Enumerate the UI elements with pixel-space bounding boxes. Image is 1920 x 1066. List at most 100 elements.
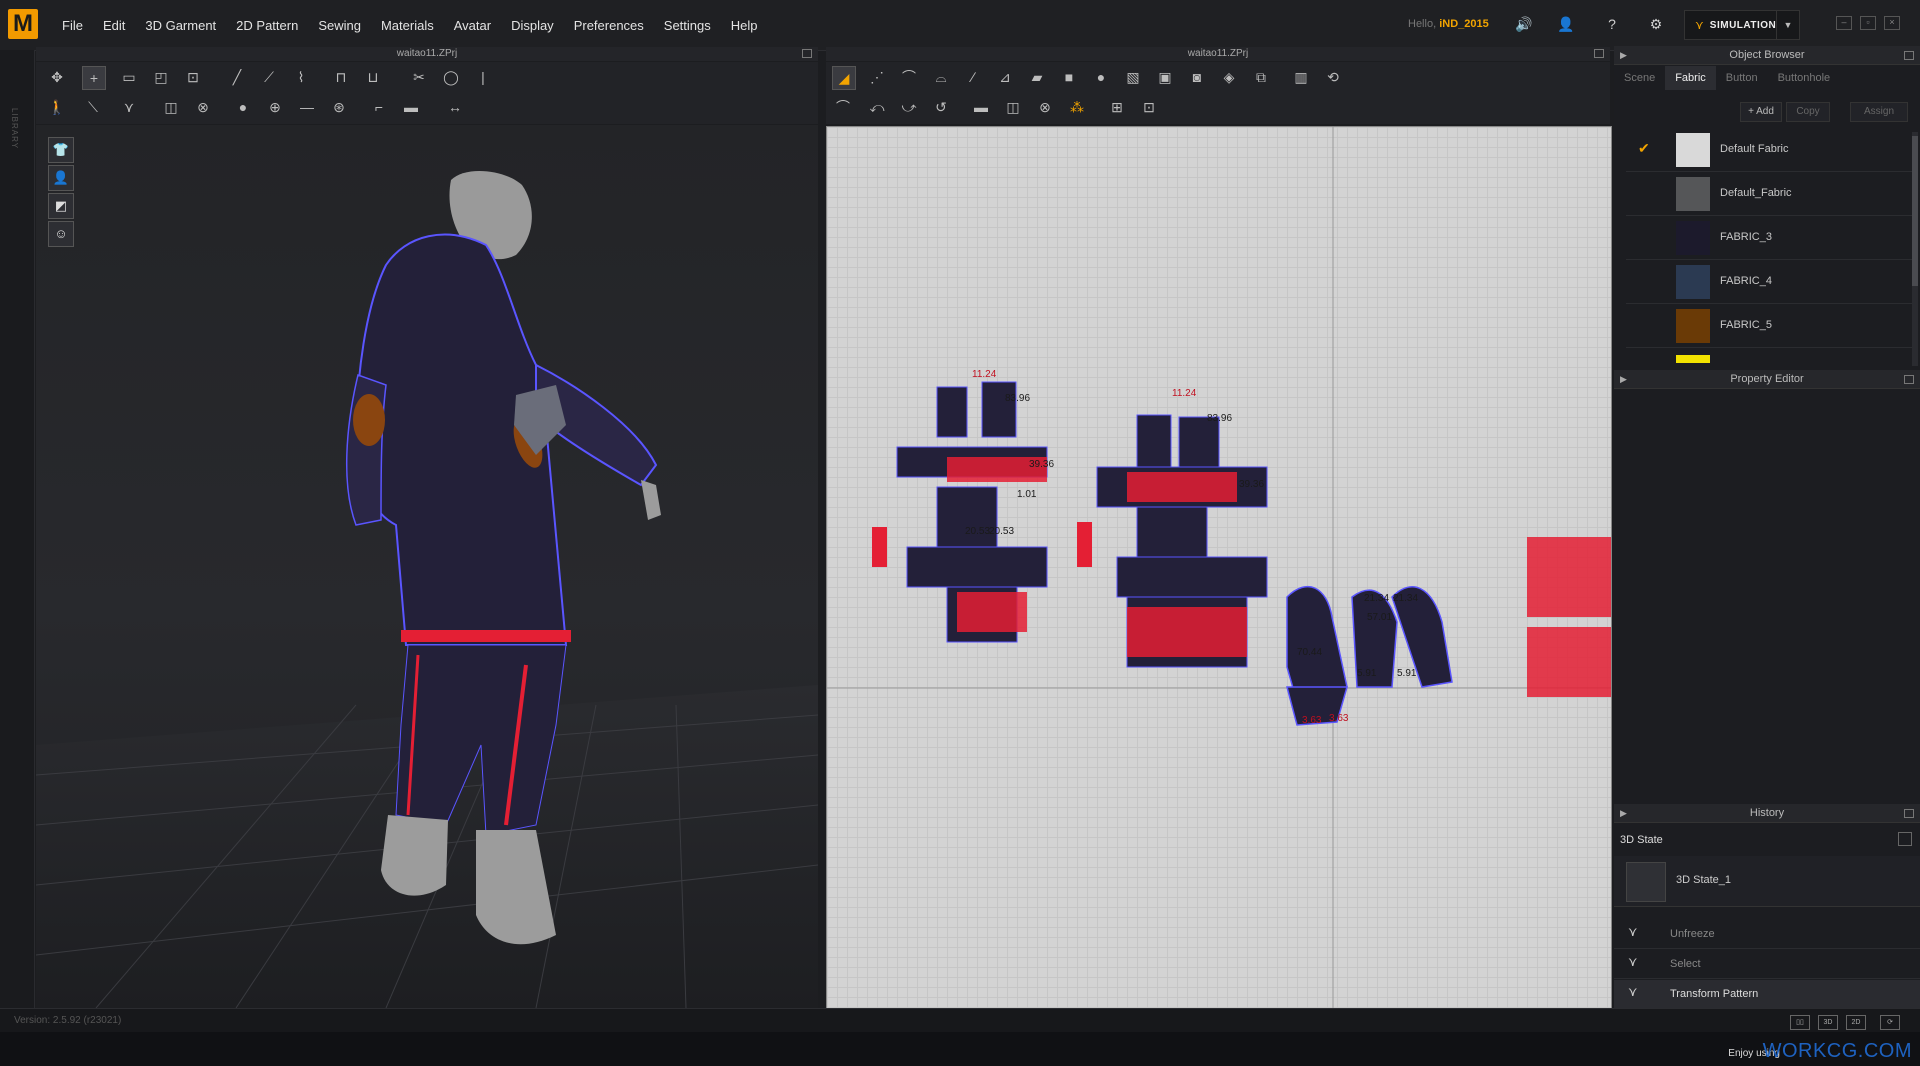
menu-file[interactable]: File: [62, 18, 83, 33]
collapse-icon[interactable]: ▶: [1620, 370, 1627, 388]
edit-point-icon[interactable]: ⋰: [866, 66, 888, 88]
garment-display-icon[interactable]: 👕: [48, 137, 74, 163]
simulation-button[interactable]: ⋎ SIMULATION ▼: [1684, 10, 1800, 40]
view-3d-icon[interactable]: 3D: [1818, 1015, 1838, 1030]
menu-2d-pattern[interactable]: 2D Pattern: [236, 18, 298, 33]
grain-icon[interactable]: ⊞: [1106, 96, 1128, 118]
restore-icon[interactable]: ▫: [1860, 16, 1876, 30]
tab-scene[interactable]: Scene: [1614, 66, 1665, 90]
dart-icon[interactable]: ◈: [1218, 66, 1240, 88]
tack-icon[interactable]: ⌇: [290, 66, 312, 88]
menu-edit[interactable]: Edit: [103, 18, 125, 33]
symmetry-icon[interactable]: ⊡: [1138, 96, 1160, 118]
avatar-pose-icon[interactable]: 🚶: [46, 96, 68, 118]
transform-pattern-icon[interactable]: ◢: [832, 66, 856, 90]
edit-sewing-icon[interactable]: ↺: [930, 96, 952, 118]
close-icon[interactable]: ×: [1884, 16, 1900, 30]
pleat-icon[interactable]: ▥: [1290, 66, 1312, 88]
volume-icon[interactable]: 🔊: [1514, 14, 1534, 34]
menu-3d-garment[interactable]: 3D Garment: [145, 18, 216, 33]
add-point-icon[interactable]: ∕: [962, 66, 984, 88]
refresh-icon[interactable]: ⟳: [1880, 1015, 1900, 1030]
menu-display[interactable]: Display: [511, 18, 554, 33]
ruler-icon[interactable]: |: [472, 66, 494, 88]
split-view-icon[interactable]: ▯▯: [1790, 1015, 1810, 1030]
tab-button[interactable]: Button: [1716, 66, 1768, 90]
measure-icon[interactable]: ⌐: [368, 96, 390, 118]
mode-icon[interactable]: ⚙: [1646, 14, 1666, 34]
history-row-transform-pattern[interactable]: ⋎ Transform Pattern: [1614, 980, 1920, 1009]
fabric-item[interactable]: ✔ Default Fabric: [1626, 129, 1912, 172]
chevron-down-icon[interactable]: ▼: [1776, 11, 1799, 39]
minimize-icon[interactable]: –: [1836, 16, 1852, 30]
internal-rect-icon[interactable]: ▣: [1154, 66, 1176, 88]
collapse-icon[interactable]: ▶: [1620, 46, 1627, 64]
segment-sewing-icon[interactable]: ⌒: [832, 96, 854, 118]
menu-avatar[interactable]: Avatar: [454, 18, 491, 33]
garment-icon[interactable]: ⊓: [330, 66, 352, 88]
view-2d-icon[interactable]: 2D: [1846, 1015, 1866, 1030]
add-button[interactable]: + Add: [1740, 102, 1782, 122]
avatar-skin-icon[interactable]: ☺: [48, 221, 74, 247]
select-mesh-icon[interactable]: ▭: [118, 66, 140, 88]
history-row-unfreeze[interactable]: ⋎ Unfreeze: [1614, 920, 1920, 949]
menu-materials[interactable]: Materials: [381, 18, 434, 33]
curve-point-icon[interactable]: ⌓: [930, 66, 952, 88]
viewport-3d[interactable]: 👕 👤 ◩ ☺: [36, 125, 818, 1008]
fold-icon[interactable]: ⟋: [258, 66, 280, 88]
segment-icon[interactable]: ⊿: [994, 66, 1016, 88]
notch-icon[interactable]: ⁂: [1066, 96, 1088, 118]
viewport-2d[interactable]: 11.24 83.96 39.36 1.01 11.24 83.96 39.36…: [826, 126, 1612, 1009]
fabric-item[interactable]: FABRIC_5: [1626, 305, 1912, 348]
avatar-scene[interactable]: [36, 125, 818, 1008]
free-sewing-icon[interactable]: ⤺: [866, 96, 888, 118]
menu-settings[interactable]: Settings: [664, 18, 711, 33]
loop-icon[interactable]: ◯: [440, 66, 462, 88]
axis-icon[interactable]: ↔: [444, 96, 466, 118]
rectangle-icon[interactable]: ■: [1058, 66, 1080, 88]
fold-arrange-icon[interactable]: ⋎: [118, 96, 140, 118]
brush-icon[interactable]: ⟍: [82, 96, 104, 118]
menu-sewing[interactable]: Sewing: [318, 18, 361, 33]
fabric-icon[interactable]: ▬: [400, 96, 422, 118]
assign-button[interactable]: Assign: [1850, 102, 1908, 122]
fabric-item[interactable]: FABRIC_3: [1626, 217, 1912, 260]
graphic-icon[interactable]: ⊗: [1034, 96, 1056, 118]
tape-2d-icon[interactable]: ▬: [970, 96, 992, 118]
buttonhole-icon[interactable]: ⊕: [264, 96, 286, 118]
box-select-icon[interactable]: ⊡: [182, 66, 204, 88]
stitch-icon[interactable]: ⊗: [192, 96, 214, 118]
history-state-item[interactable]: 3D State_1: [1614, 856, 1920, 907]
help-icon[interactable]: ?: [1602, 14, 1622, 34]
line-icon[interactable]: —: [296, 96, 318, 118]
tape-icon[interactable]: ◫: [160, 96, 182, 118]
pattern-canvas[interactable]: 11.24 83.96 39.36 1.01 11.24 83.96 39.36…: [827, 127, 1611, 1008]
user-icon[interactable]: 👤: [1556, 14, 1576, 34]
move-icon[interactable]: ✥: [46, 66, 68, 88]
maximize-icon[interactable]: [802, 49, 812, 58]
collapse-icon[interactable]: ▶: [1620, 804, 1627, 822]
zipper-icon[interactable]: ⊛: [328, 96, 350, 118]
polygon-icon[interactable]: ▰: [1026, 66, 1048, 88]
tab-buttonhole[interactable]: Buttonhole: [1768, 66, 1841, 90]
select-move-icon[interactable]: +: [82, 66, 106, 90]
texture-icon[interactable]: ◫: [1002, 96, 1024, 118]
fit-icon[interactable]: ⊔: [362, 66, 384, 88]
app-logo[interactable]: M: [8, 9, 38, 39]
edit-curvature-icon[interactable]: ⌒: [898, 66, 920, 88]
maximize-icon[interactable]: [1594, 49, 1604, 58]
avatar-display-icon[interactable]: 👤: [48, 165, 74, 191]
fabric-scrollbar[interactable]: [1912, 132, 1918, 366]
pin-icon[interactable]: ╱: [226, 66, 248, 88]
fabric-swatch-partial[interactable]: [1676, 355, 1710, 363]
history-row-select[interactable]: ⋎ Select: [1614, 950, 1920, 979]
copy-button[interactable]: Copy: [1786, 102, 1830, 122]
menu-preferences[interactable]: Preferences: [574, 18, 644, 33]
cut-icon[interactable]: ✂: [408, 66, 430, 88]
history-delete-icon[interactable]: [1898, 832, 1912, 846]
circle-icon[interactable]: ●: [1090, 66, 1112, 88]
fabric-item[interactable]: FABRIC_4: [1626, 261, 1912, 304]
internal-polygon-icon[interactable]: ▧: [1122, 66, 1144, 88]
internal-circle-icon[interactable]: ◙: [1186, 66, 1208, 88]
popout-icon[interactable]: [1904, 51, 1914, 60]
